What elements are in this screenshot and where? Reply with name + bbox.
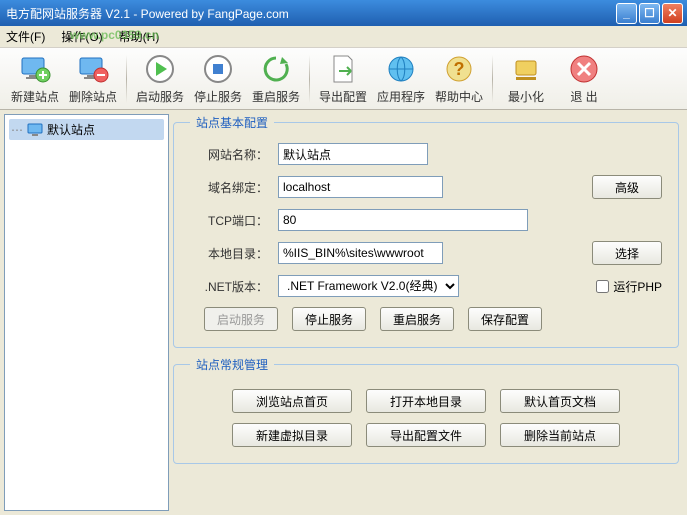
dotted-line: ⋯ (11, 123, 23, 137)
svg-text:?: ? (454, 59, 465, 79)
toolbar-label: 新建站点 (11, 88, 59, 105)
port-input[interactable] (278, 209, 528, 231)
select-dir-button[interactable]: 选择 (592, 241, 662, 265)
row-port: TCP端口： (190, 209, 662, 231)
toolbar-label: 停止服务 (194, 88, 242, 105)
local-dir-label: 本地目录： (190, 245, 268, 262)
window-title: 电方配网站服务器 V2.1 - Powered by FangPage.com (4, 5, 616, 22)
run-php-label: 运行PHP (613, 278, 662, 295)
maximize-button[interactable]: ☐ (639, 3, 660, 24)
menu-help[interactable]: 帮助(H) (119, 28, 160, 45)
start-service-action[interactable]: 启动服务 (204, 307, 278, 331)
export-config-button[interactable]: 导出配置 (314, 51, 372, 107)
content-panel: 站点基本配置 网站名称： 域名绑定： 高级 TCP端口： 本地目录： 选择 (169, 110, 687, 515)
new-site-button[interactable]: 新建站点 (6, 51, 64, 107)
document-export-icon (327, 53, 359, 85)
toolbar-label: 导出配置 (319, 88, 367, 105)
open-local-dir-button[interactable]: 打开本地目录 (366, 389, 486, 413)
refresh-icon (260, 53, 292, 85)
mgmt-row-2: 新建虚拟目录 导出配置文件 删除当前站点 (190, 423, 662, 447)
restart-service-button[interactable]: 重启服务 (247, 51, 305, 107)
toolbar-label: 帮助中心 (435, 88, 483, 105)
delete-site-button[interactable]: 删除站点 (64, 51, 122, 107)
monitor-remove-icon (77, 53, 109, 85)
tree-item-default-site[interactable]: ⋯ 默认站点 (9, 119, 164, 140)
delete-current-site-button[interactable]: 删除当前站点 (500, 423, 620, 447)
restart-service-action[interactable]: 重启服务 (380, 307, 454, 331)
globe-icon (385, 53, 417, 85)
play-icon (144, 53, 176, 85)
regular-mgmt-group: 站点常规管理 浏览站点首页 打开本地目录 默认首页文档 新建虚拟目录 导出配置文… (173, 356, 679, 464)
main-area: ⋯ 默认站点 站点基本配置 网站名称： 域名绑定： 高级 TCP端口： (0, 110, 687, 515)
start-service-button[interactable]: 启动服务 (131, 51, 189, 107)
close-button[interactable]: ✕ (662, 3, 683, 24)
toolbar-label: 重启服务 (252, 88, 300, 105)
menu-file[interactable]: 文件(F) (6, 28, 45, 45)
minimize-tray-button[interactable]: 最小化 (497, 51, 555, 107)
exit-icon (568, 53, 600, 85)
advanced-button[interactable]: 高级 (592, 175, 662, 199)
service-buttons-row: 启动服务 停止服务 重启服务 保存配置 (190, 307, 662, 331)
menu-operate[interactable]: 操作(O) (61, 28, 102, 45)
site-name-label: 网站名称： (190, 146, 268, 163)
toolbar-label: 删除站点 (69, 88, 117, 105)
export-config-file-button[interactable]: 导出配置文件 (366, 423, 486, 447)
application-button[interactable]: 应用程序 (372, 51, 430, 107)
minimize-icon (510, 53, 542, 85)
save-config-action[interactable]: 保存配置 (468, 307, 542, 331)
run-php-checkbox[interactable] (596, 280, 609, 293)
help-center-button[interactable]: ? 帮助中心 (430, 51, 488, 107)
toolbar-separator (492, 55, 493, 103)
port-label: TCP端口： (190, 212, 268, 229)
toolbar-label: 最小化 (508, 88, 544, 105)
toolbar-label: 应用程序 (377, 88, 425, 105)
mgmt-row-1: 浏览站点首页 打开本地目录 默认首页文档 (190, 389, 662, 413)
monitor-add-icon (19, 53, 51, 85)
row-local-dir: 本地目录： 选择 (190, 241, 662, 265)
net-version-label: .NET版本： (190, 278, 268, 295)
stop-service-action[interactable]: 停止服务 (292, 307, 366, 331)
domain-input[interactable] (278, 176, 443, 198)
stop-service-button[interactable]: 停止服务 (189, 51, 247, 107)
basic-config-group: 站点基本配置 网站名称： 域名绑定： 高级 TCP端口： 本地目录： 选择 (173, 114, 679, 348)
monitor-icon (27, 122, 43, 138)
titlebar: 电方配网站服务器 V2.1 - Powered by FangPage.com … (0, 0, 687, 26)
minimize-button[interactable]: _ (616, 3, 637, 24)
new-virtual-dir-button[interactable]: 新建虚拟目录 (232, 423, 352, 447)
site-tree[interactable]: ⋯ 默认站点 (4, 114, 169, 511)
regular-mgmt-legend: 站点常规管理 (190, 356, 274, 373)
row-site-name: 网站名称： (190, 143, 662, 165)
toolbar: 新建站点 删除站点 启动服务 停止服务 重启服务 导出配置 应用程序 ? 帮助中… (0, 48, 687, 110)
browse-home-button[interactable]: 浏览站点首页 (232, 389, 352, 413)
help-icon: ? (443, 53, 475, 85)
toolbar-label: 退 出 (570, 88, 597, 105)
exit-button[interactable]: 退 出 (555, 51, 613, 107)
stop-icon (202, 53, 234, 85)
basic-config-legend: 站点基本配置 (190, 114, 274, 131)
row-net-version: .NET版本： .NET Framework V2.0(经典) 运行PHP (190, 275, 662, 297)
tree-item-label: 默认站点 (47, 121, 95, 138)
local-dir-input[interactable] (278, 242, 443, 264)
net-version-select[interactable]: .NET Framework V2.0(经典) (278, 275, 459, 297)
toolbar-separator (126, 55, 127, 103)
window-controls: _ ☐ ✕ (616, 3, 683, 24)
site-name-input[interactable] (278, 143, 428, 165)
default-home-doc-button[interactable]: 默认首页文档 (500, 389, 620, 413)
toolbar-separator (309, 55, 310, 103)
row-domain: 域名绑定： 高级 (190, 175, 662, 199)
run-php-checkbox-wrap[interactable]: 运行PHP (596, 278, 662, 295)
menubar: 文件(F) 操作(O) 帮助(H) www.pc0359.cn (0, 26, 687, 48)
domain-label: 域名绑定： (190, 179, 268, 196)
toolbar-label: 启动服务 (136, 88, 184, 105)
